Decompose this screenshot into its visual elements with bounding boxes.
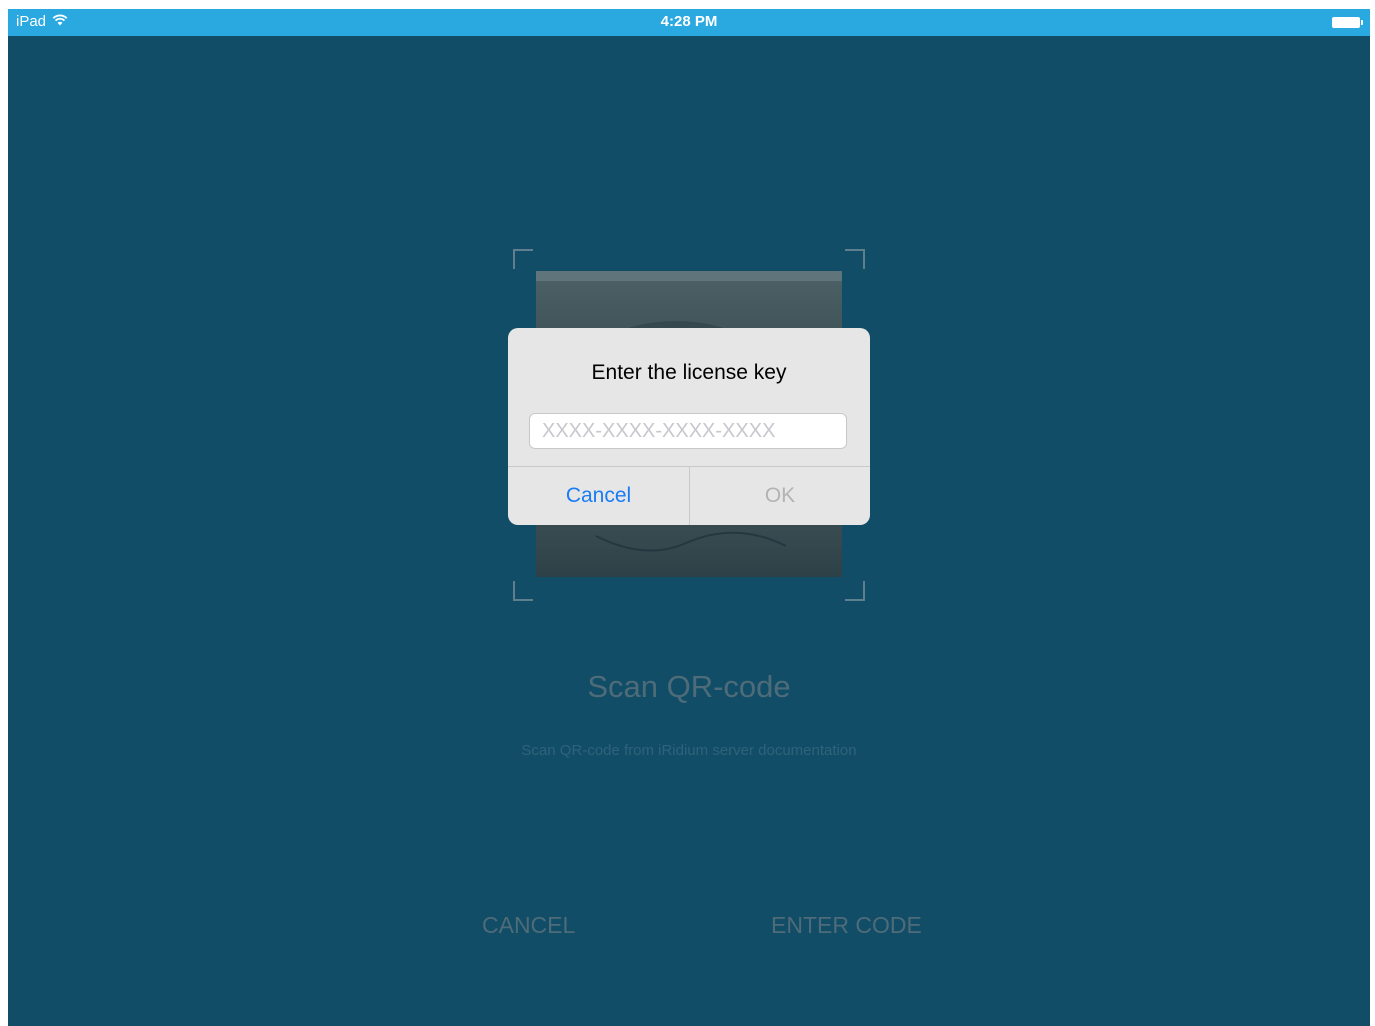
dialog-cancel-button[interactable]: Cancel: [508, 467, 689, 525]
status-time: 4:28 PM: [660, 13, 718, 30]
status-bar: iPad 4:28 PM: [8, 9, 1370, 36]
dialog-ok-button[interactable]: OK: [690, 467, 870, 525]
battery-icon: [1332, 17, 1363, 28]
license-key-dialog: Enter the license key Cancel OK: [508, 328, 870, 525]
modal-overlay: [8, 36, 1370, 1026]
dialog-title: Enter the license key: [591, 361, 787, 384]
app-screen: iPad 4:28 PM Scan QR-code Scan QR-code f…: [8, 9, 1370, 1026]
license-key-input[interactable]: [529, 413, 847, 449]
